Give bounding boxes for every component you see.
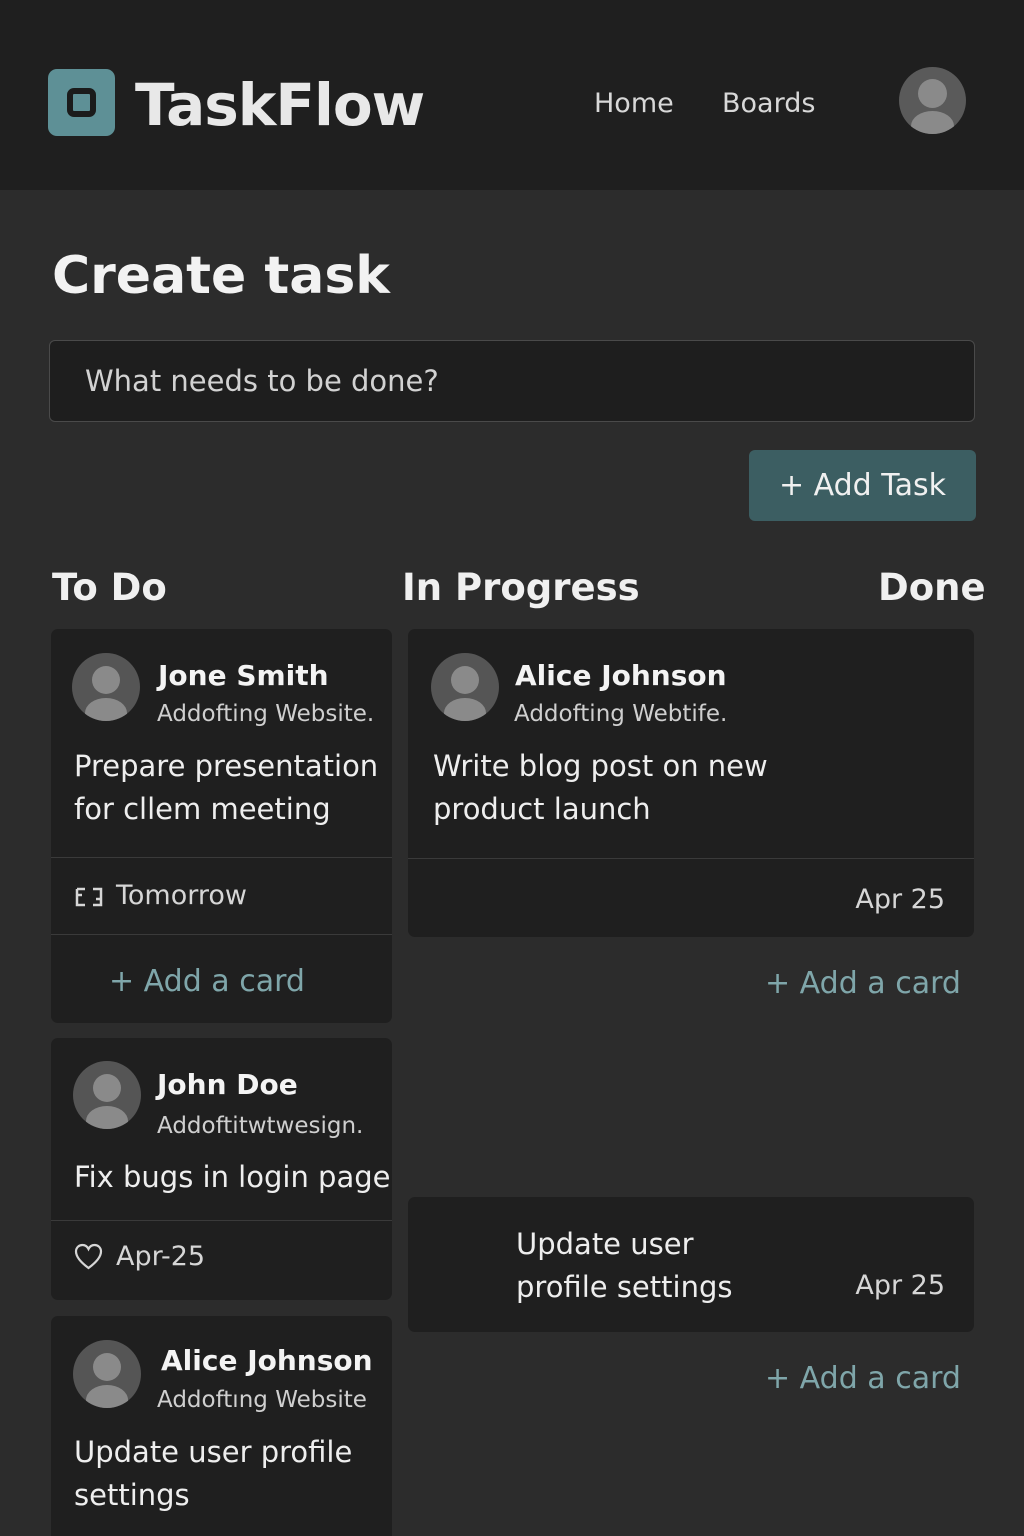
assignee-avatar-icon bbox=[73, 1061, 141, 1129]
app-brand-name[interactable]: TaskFlow bbox=[135, 68, 425, 142]
add-card-button[interactable]: + Add a card bbox=[765, 1360, 961, 1398]
assignee-avatar-icon bbox=[73, 1340, 141, 1408]
card-project-name: Addoftitwtwesign. bbox=[157, 1113, 364, 1139]
card-due-date: Tomorrow bbox=[116, 880, 247, 911]
assignee-avatar-icon bbox=[431, 653, 499, 721]
card-title: Update user profile settings bbox=[516, 1227, 733, 1304]
card-divider bbox=[51, 1220, 392, 1221]
task-card[interactable]: Alice Johnson Addofting Webtife. Write b… bbox=[408, 629, 974, 937]
column-header-in-progress: In Progress bbox=[402, 566, 640, 609]
card-due-date: Apr-25 bbox=[116, 1241, 206, 1272]
task-card[interactable]: Alice Johnson Addoftıng Website Update u… bbox=[51, 1316, 392, 1536]
card-project-name: Addofting Webtife. bbox=[514, 701, 728, 727]
task-card[interactable]: Update user profile settings Apr 25 bbox=[408, 1197, 974, 1332]
column-header-done: Done bbox=[878, 566, 986, 609]
card-project-name: Addoftıng Website bbox=[157, 1387, 367, 1413]
card-assignee-name: Jone Smith bbox=[158, 659, 329, 692]
card-divider bbox=[408, 858, 974, 859]
nav-item-boards[interactable]: Boards bbox=[722, 86, 815, 122]
calendar-icon bbox=[75, 887, 103, 907]
nav-item-home[interactable]: Home bbox=[594, 86, 674, 122]
add-card-button[interactable]: + Add a card bbox=[765, 965, 961, 1003]
card-due-date: Apr 25 bbox=[855, 884, 945, 915]
add-task-button[interactable]: + Add Task bbox=[749, 450, 976, 521]
task-card[interactable]: Jone Smith Addofting Website. Prepare pr… bbox=[51, 629, 392, 1023]
taskflow-logo-icon[interactable] bbox=[48, 69, 115, 136]
card-project-name: Addofting Website. bbox=[157, 701, 375, 727]
card-title: Fix bugs in login page bbox=[74, 1160, 391, 1194]
card-assignee-name: Alice Johnson bbox=[161, 1344, 373, 1377]
top-navigation-bar: TaskFlow Home Boards bbox=[0, 0, 1024, 190]
card-due-date: Apr 25 bbox=[855, 1270, 945, 1301]
card-title: Prepare presentation for cllem meeting bbox=[74, 749, 379, 826]
task-card[interactable]: John Doe Addoftitwtwesign. Fix bugs in l… bbox=[51, 1038, 392, 1300]
card-divider bbox=[51, 857, 392, 858]
new-task-input[interactable] bbox=[49, 340, 975, 422]
card-title: Update user profile settings bbox=[74, 1435, 353, 1512]
add-card-button[interactable]: + Add a card bbox=[109, 963, 305, 1001]
assignee-avatar-icon bbox=[72, 653, 140, 721]
user-avatar-icon[interactable] bbox=[899, 67, 966, 134]
card-title: Write blog post on new product launch bbox=[433, 749, 768, 826]
page-title: Create task bbox=[52, 246, 390, 306]
column-header-todo: To Do bbox=[52, 566, 167, 609]
heart-icon bbox=[74, 1243, 103, 1270]
card-divider bbox=[51, 934, 392, 935]
card-assignee-name: Alice Johnson bbox=[515, 659, 727, 692]
card-assignee-name: John Doe bbox=[157, 1068, 298, 1101]
